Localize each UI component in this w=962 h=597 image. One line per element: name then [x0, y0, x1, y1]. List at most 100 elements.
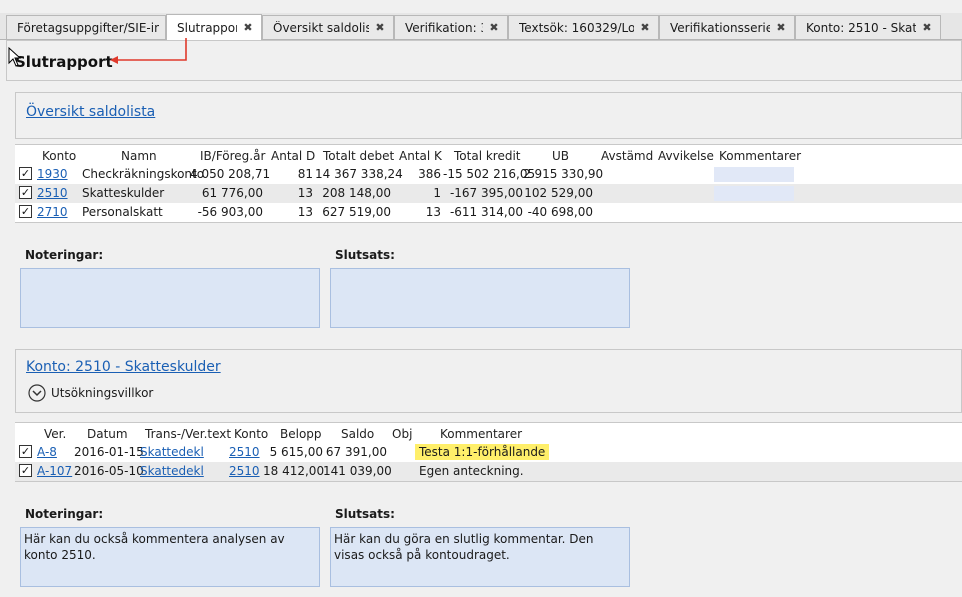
col-header-konto[interactable]: Konto [42, 149, 76, 163]
close-icon[interactable]: ✖ [487, 21, 501, 34]
col-header-datum[interactable]: Datum [87, 427, 128, 441]
row-checkbox[interactable]: ✓ [19, 167, 32, 180]
antal-d-cell: 13 [297, 186, 313, 200]
table-row[interactable]: ✓ 1930 Checkräkningskonto 4 050 208,71 8… [15, 165, 962, 184]
datum-cell: 2016-01-15 [74, 445, 144, 459]
col-header-saldo[interactable]: Saldo [341, 427, 374, 441]
table-row[interactable]: ✓ 2710 Personalskatt -56 903,00 13 627 5… [15, 203, 962, 222]
col-header-avvikelse[interactable]: Avvikelse [658, 149, 714, 163]
transtext-link[interactable]: Skattedekl [140, 445, 204, 459]
col-header-ib[interactable]: IB/Föreg.år [200, 149, 265, 163]
ver-link[interactable]: A-8 [37, 445, 57, 459]
tab-label: Slutrapport [177, 20, 237, 35]
slutsats-textarea[interactable] [330, 268, 630, 328]
row-checkbox[interactable]: ✓ [19, 186, 32, 199]
debet-cell: 14 367 338,24 [315, 167, 403, 181]
callout-arrow-icon [110, 38, 187, 64]
page-title: Slutrapport [15, 53, 113, 71]
tab-label: Verifikationsserie A [670, 20, 770, 35]
col-header-antal-k[interactable]: Antal K [399, 149, 442, 163]
close-icon[interactable]: ✖ [638, 21, 652, 34]
close-icon[interactable]: ✖ [774, 21, 788, 34]
konto-link[interactable]: 2710 [37, 205, 68, 219]
col-header-kommentarer[interactable]: Kommentarer [719, 149, 801, 163]
col-header-kommentarer[interactable]: Kommentarer [440, 427, 522, 441]
col-header-obj[interactable]: Obj [392, 427, 412, 441]
close-icon[interactable]: ✖ [373, 21, 387, 34]
col-header-konto[interactable]: Konto [234, 427, 268, 441]
belopp-cell: 5 615,00 [269, 445, 323, 459]
col-header-total-kredit[interactable]: Total kredit [454, 149, 521, 163]
col-header-namn[interactable]: Namn [121, 149, 157, 163]
table-row[interactable]: ✓ A-107 2016-05-10 Skattedekl 2510 18 41… [15, 462, 962, 481]
kommentar-cell[interactable]: Testa 1:1-förhållande [415, 444, 550, 460]
konto-table: Ver. Datum Trans-/Ver.text Konto Belopp … [15, 422, 962, 482]
saldolista-link[interactable]: Översikt saldolista [26, 104, 155, 120]
tab-label: Textsök: 160329/Lov... [519, 20, 634, 35]
namn-cell: Personalskatt [82, 205, 163, 219]
col-header-ver[interactable]: Ver. [44, 427, 66, 441]
ver-link[interactable]: A-107 [37, 464, 72, 478]
konto-link[interactable]: 2510 [37, 186, 68, 200]
kredit-cell: -167 395,00 [449, 186, 523, 200]
col-header-ub[interactable]: UB [552, 149, 569, 163]
namn-cell: Checkräkningskonto [82, 167, 205, 181]
table-row[interactable]: ✓ 2510 Skatteskulder 61 776,00 13 208 14… [15, 184, 962, 203]
konto-link[interactable]: 2510 [229, 464, 260, 478]
tab-verifikation[interactable]: Verifikation: 34 ✖ [394, 15, 508, 39]
tab-label: Företagsuppgifter/SIE-info [17, 20, 159, 35]
transtext-link[interactable]: Skattedekl [140, 464, 204, 478]
close-icon[interactable]: ✖ [241, 21, 255, 34]
slutsats-label: Slutsats: [335, 507, 395, 521]
tab-oversikt-saldolista[interactable]: Översikt saldolista ✖ [262, 15, 394, 39]
col-header-totalt-debet[interactable]: Totalt debet [323, 149, 394, 163]
saldolista-section-header [15, 92, 962, 139]
tab-label: Översikt saldolista [273, 20, 369, 35]
datum-cell: 2016-05-10 [74, 464, 144, 478]
antal-k-cell: 1 [433, 186, 441, 200]
chevron-down-circle-icon[interactable] [28, 384, 46, 402]
tab-label: Verifikation: 34 [405, 20, 483, 35]
col-header-antal-d[interactable]: Antal D [271, 149, 315, 163]
konto-link[interactable]: 1930 [37, 167, 68, 181]
noteringar-textarea[interactable]: Här kan du också kommentera analysen av … [20, 527, 320, 587]
noteringar-textarea[interactable] [20, 268, 320, 328]
antal-d-cell: 81 [297, 167, 313, 181]
col-header-belopp[interactable]: Belopp [280, 427, 322, 441]
kommentar-field[interactable] [714, 186, 794, 201]
tab-textsok[interactable]: Textsök: 160329/Lov... ✖ [508, 15, 659, 39]
ub-cell: 102 529,00 [524, 186, 593, 200]
col-header-avstamd[interactable]: Avstämd [601, 149, 653, 163]
ub-cell: -40 698,00 [527, 205, 593, 219]
tab-label: Konto: 2510 - Skatt... [806, 20, 916, 35]
ib-cell: -56 903,00 [197, 205, 263, 219]
kommentar-cell[interactable]: Egen anteckning. [419, 464, 524, 478]
antal-k-cell: 386 [418, 167, 441, 181]
konto-link[interactable]: 2510 [229, 445, 260, 459]
kredit-cell: -15 502 216,05 [443, 167, 536, 181]
saldo-cell: 67 391,00 [325, 445, 387, 459]
belopp-cell: 18 412,00 [263, 464, 325, 478]
tab-verifikationsserie[interactable]: Verifikationsserie A ✖ [659, 15, 795, 39]
namn-cell: Skatteskulder [82, 186, 165, 200]
kommentar-field[interactable] [714, 167, 794, 182]
debet-cell: 208 148,00 [322, 186, 391, 200]
saldo-cell: 141 039,00 [323, 464, 392, 478]
saldolista-table: Konto Namn IB/Föreg.år Antal D Totalt de… [15, 144, 962, 223]
row-checkbox[interactable]: ✓ [19, 445, 32, 458]
slutsats-textarea[interactable]: Här kan du göra en slutlig kommentar. De… [330, 527, 630, 587]
row-checkbox[interactable]: ✓ [19, 464, 32, 477]
antal-k-cell: 13 [425, 205, 441, 219]
konto-link-title[interactable]: Konto: 2510 - Skatteskulder [26, 359, 221, 375]
ub-cell: 2 915 330,90 [523, 167, 604, 181]
row-checkbox[interactable]: ✓ [19, 205, 32, 218]
utsokningsvillkor-label[interactable]: Utsökningsvillkor [51, 386, 153, 400]
noteringar-label: Noteringar: [25, 507, 104, 521]
col-header-transtext[interactable]: Trans-/Ver.text [145, 427, 231, 441]
table-row[interactable]: ✓ A-8 2016-01-15 Skattedekl 2510 5 615,0… [15, 443, 962, 462]
kommentar-highlight: Testa 1:1-förhållande [415, 444, 550, 460]
tab-konto-2510[interactable]: Konto: 2510 - Skatt... ✖ [795, 15, 941, 39]
ib-cell: 61 776,00 [201, 186, 263, 200]
noteringar-label: Noteringar: [25, 248, 104, 262]
close-icon[interactable]: ✖ [920, 21, 934, 34]
